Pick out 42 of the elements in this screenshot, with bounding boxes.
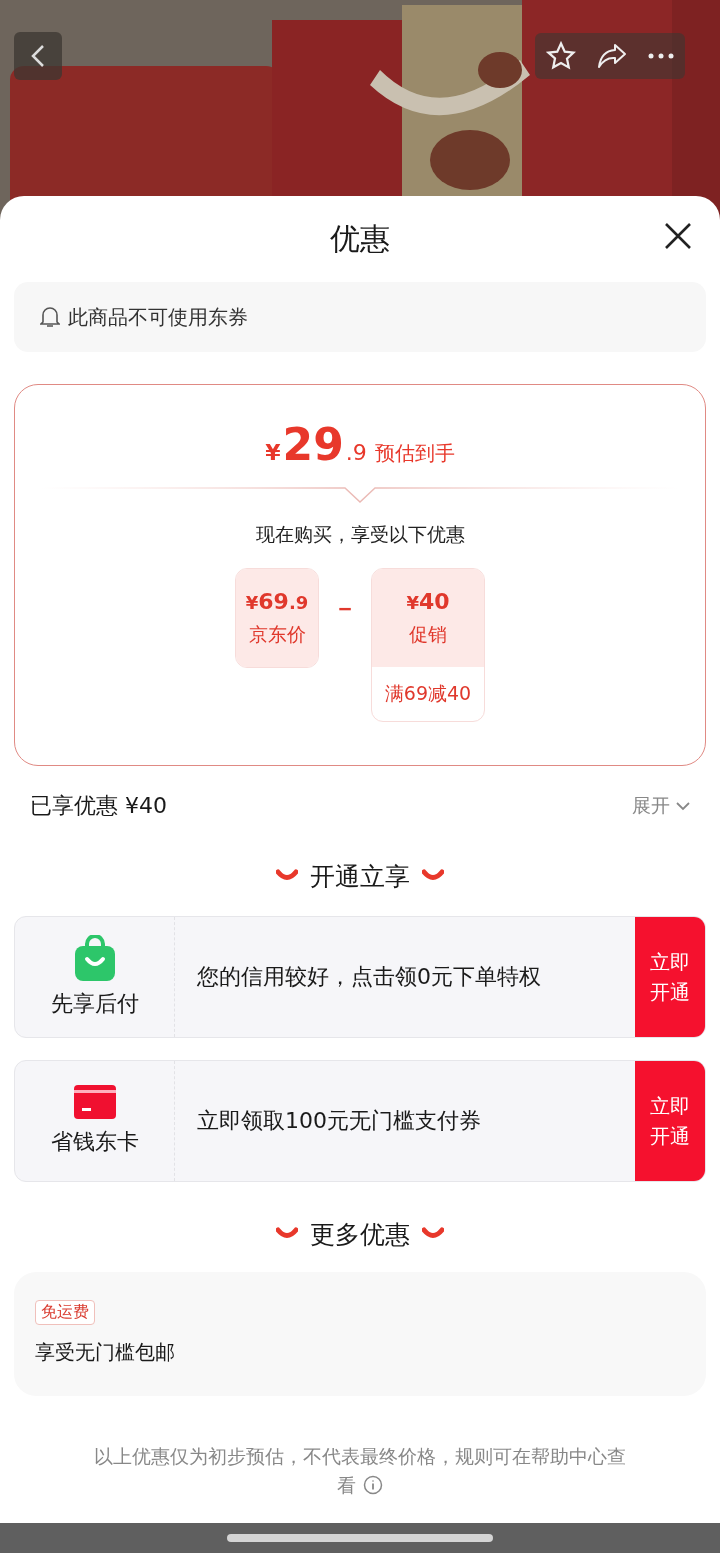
term-label: 京东价	[248, 621, 306, 647]
term-amount: ¥69.9	[245, 588, 309, 614]
term-detail: 满69减40	[383, 681, 473, 706]
disclaimer-text: 以上优惠仅为初步预估，不代表最终价格，规则可在帮助中心查看	[93, 1444, 627, 1498]
chevron-down-icon	[676, 801, 690, 811]
close-icon	[664, 222, 692, 250]
section-title: 更多优惠	[310, 1218, 410, 1251]
term-label: 促销	[409, 621, 447, 647]
activate-button[interactable]: 立即开通	[635, 1061, 705, 1181]
star-icon	[545, 41, 576, 71]
close-button[interactable]	[664, 222, 692, 250]
back-button[interactable]	[14, 32, 62, 80]
activate-button[interactable]: 立即开通	[635, 917, 705, 1037]
sheet-title: 优惠	[330, 219, 390, 258]
expand-button[interactable]: 展开	[632, 793, 690, 819]
offer-name: 先享后付	[50, 990, 139, 1018]
curve-icon	[422, 869, 444, 883]
perk-text: 享受无门槛包邮	[35, 1339, 175, 1366]
shopping-bag-icon	[73, 935, 116, 981]
section-title: 开通立享	[310, 860, 410, 893]
more-button[interactable]	[648, 53, 675, 59]
favorite-button[interactable]	[545, 41, 576, 71]
share-icon	[597, 43, 627, 69]
notice-text: 此商品不可使用东券	[68, 303, 248, 331]
curve-icon	[276, 1227, 298, 1241]
term-amount: ¥40	[406, 588, 450, 614]
subtitle: 现在购买，享受以下优惠	[255, 522, 465, 547]
share-button[interactable]	[597, 43, 627, 69]
discount-summary: 已享优惠 ¥40	[30, 792, 167, 820]
card-icon	[73, 1085, 116, 1119]
more-icon	[648, 53, 675, 59]
offer-text: 您的信用较好，点击领0元下单特权	[196, 963, 542, 991]
curve-icon	[276, 869, 298, 883]
bell-icon	[40, 306, 60, 328]
offer-name: 省钱东卡	[50, 1128, 139, 1156]
perk-tag: 免运费	[35, 1300, 95, 1325]
info-icon[interactable]	[362, 1475, 383, 1495]
offer-text: 立即领取100元无门槛支付券	[196, 1107, 482, 1135]
minus-sign: －	[333, 593, 357, 624]
back-icon	[31, 44, 45, 68]
curve-icon	[422, 1227, 444, 1241]
estimated-price: ¥29.9 预估到手	[265, 419, 455, 470]
